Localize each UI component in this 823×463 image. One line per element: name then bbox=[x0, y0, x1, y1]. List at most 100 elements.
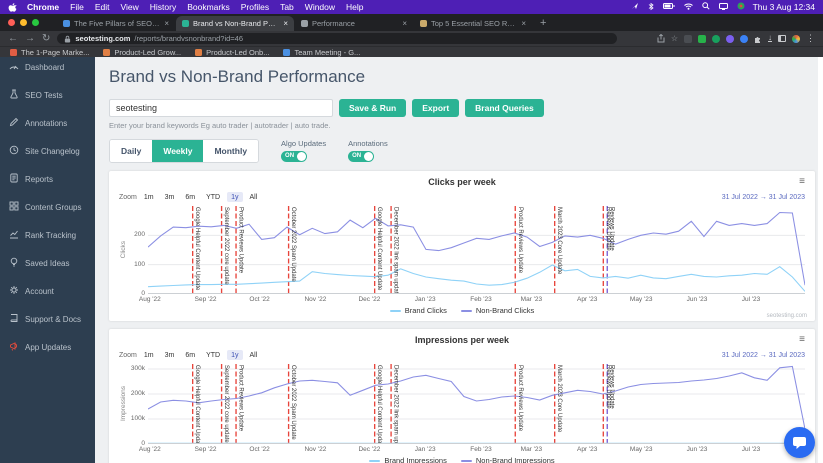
url-path: /reports/brandvsnonbrand?id=46 bbox=[134, 34, 244, 43]
sidebar-item-account[interactable]: Account bbox=[0, 277, 95, 305]
save-run-button[interactable]: Save & Run bbox=[339, 99, 407, 117]
window-controls[interactable] bbox=[8, 14, 39, 31]
bookmark-item[interactable]: The 1-Page Marke... bbox=[10, 48, 89, 57]
legend-item[interactable]: Non-Brand Impressions bbox=[460, 456, 555, 463]
tab-close-icon[interactable]: × bbox=[402, 19, 407, 28]
url-bar[interactable]: seotesting.com/reports/brandvsnonbrand?i… bbox=[57, 33, 618, 44]
tab-close-icon[interactable]: × bbox=[521, 19, 526, 28]
extension-icon[interactable] bbox=[698, 34, 706, 43]
legend-item[interactable]: Brand Impressions bbox=[369, 456, 447, 463]
sidebar-item-annotations[interactable]: Annotations bbox=[0, 109, 95, 137]
bookmark-item[interactable]: Team Meeting - G... bbox=[283, 48, 360, 57]
extension-icon[interactable] bbox=[726, 34, 734, 43]
menu-view[interactable]: View bbox=[120, 2, 138, 12]
battery-icon[interactable] bbox=[662, 2, 675, 12]
sidebar-item-saved-ideas[interactable]: Saved Ideas bbox=[0, 249, 95, 277]
period-tab-weekly[interactable]: Weekly bbox=[152, 140, 204, 162]
legend-label: Brand Impressions bbox=[384, 456, 447, 463]
menu-edit[interactable]: Edit bbox=[95, 2, 110, 12]
bookmark-label: Product-Led Onb... bbox=[206, 47, 270, 57]
zoom-option-6m[interactable]: 6m bbox=[181, 192, 199, 202]
zoom-option-3m[interactable]: 3m bbox=[161, 192, 179, 202]
legend-item[interactable]: Brand Clicks bbox=[389, 306, 447, 315]
tab-close-icon[interactable]: × bbox=[283, 19, 288, 28]
menu-bookmarks[interactable]: Bookmarks bbox=[187, 2, 230, 12]
zoom-option-ytd[interactable]: YTD bbox=[202, 350, 224, 360]
menu-file[interactable]: File bbox=[70, 2, 84, 12]
zoom-option-1y[interactable]: 1y bbox=[227, 350, 243, 360]
menu-help[interactable]: Help bbox=[346, 2, 363, 12]
zoom-option-all[interactable]: All bbox=[246, 350, 262, 360]
sidebar-item-reports[interactable]: Reports bbox=[0, 165, 95, 193]
plot-area[interactable]: Google Helpful Content Update September 2… bbox=[148, 206, 805, 294]
bookmark-star-icon[interactable]: ☆ bbox=[671, 34, 678, 43]
bluetooth-icon[interactable] bbox=[648, 2, 654, 13]
toggle-switch-algo-updates[interactable]: ON bbox=[281, 151, 308, 162]
reload-icon[interactable]: ↻ bbox=[42, 33, 50, 44]
forward-icon[interactable]: → bbox=[25, 33, 35, 44]
sidebar-item-dashboard[interactable]: Dashboard bbox=[0, 57, 95, 81]
browser-tab[interactable]: The Five Pillars of SEO - Goog... × bbox=[57, 16, 175, 31]
apple-logo-icon[interactable] bbox=[8, 2, 17, 12]
zoom-option-1m[interactable]: 1m bbox=[140, 350, 158, 360]
extension-icon[interactable] bbox=[684, 34, 692, 43]
meet-icon[interactable] bbox=[737, 2, 745, 12]
extension-icon[interactable] bbox=[712, 34, 720, 43]
download-icon[interactable]: ↓ bbox=[768, 33, 772, 43]
zoom-window-button[interactable] bbox=[32, 19, 39, 26]
tab-close-icon[interactable]: × bbox=[164, 19, 169, 28]
browser-tab[interactable]: Top 5 Essential SEO Reporting... × bbox=[414, 16, 532, 31]
menu-profiles[interactable]: Profiles bbox=[241, 2, 269, 12]
zoom-option-all[interactable]: All bbox=[246, 192, 262, 202]
back-icon[interactable]: ← bbox=[8, 33, 18, 44]
minimize-window-button[interactable] bbox=[20, 19, 27, 26]
display-icon[interactable] bbox=[718, 2, 728, 12]
profile-avatar[interactable] bbox=[792, 34, 800, 43]
share-icon[interactable] bbox=[657, 34, 665, 43]
export-button[interactable]: Export bbox=[412, 99, 460, 117]
sidepanel-icon[interactable] bbox=[778, 35, 786, 42]
wifi-icon[interactable] bbox=[683, 2, 693, 12]
page-scrollbar[interactable] bbox=[818, 57, 823, 463]
bookmark-item[interactable]: Product-Led Grow... bbox=[103, 48, 181, 57]
bookmark-item[interactable]: Product-Led Onb... bbox=[195, 48, 269, 57]
location-icon[interactable] bbox=[631, 2, 639, 12]
brand-keywords-input[interactable] bbox=[109, 99, 333, 117]
sidebar-item-rank-tracking[interactable]: Rank Tracking bbox=[0, 221, 95, 249]
plot-area[interactable]: Google Helpful Content Update September 2… bbox=[148, 364, 805, 444]
chart-menu-icon[interactable]: ≡ bbox=[799, 335, 805, 345]
extension-icon[interactable] bbox=[740, 34, 748, 43]
close-window-button[interactable] bbox=[8, 19, 15, 26]
sidebar-item-seo-tests[interactable]: SEO Tests bbox=[0, 81, 95, 109]
period-tab-monthly[interactable]: Monthly bbox=[203, 140, 259, 162]
menu-tab[interactable]: Tab bbox=[280, 2, 294, 12]
zoom-option-3m[interactable]: 3m bbox=[161, 350, 179, 360]
period-tab-daily[interactable]: Daily bbox=[110, 140, 153, 162]
extensions-puzzle-icon[interactable] bbox=[754, 35, 762, 43]
legend-label: Non-Brand Clicks bbox=[475, 306, 535, 315]
browser-tab[interactable]: Brand vs Non-Brand Performa...× bbox=[176, 16, 294, 31]
search-icon[interactable] bbox=[701, 2, 710, 12]
browser-tab[interactable]: Performance × bbox=[295, 16, 413, 31]
chart-menu-icon[interactable]: ≡ bbox=[799, 177, 805, 187]
chat-launcher-button[interactable] bbox=[784, 427, 815, 458]
sidebar-item-content-groups[interactable]: Content Groups bbox=[0, 193, 95, 221]
zoom-option-1m[interactable]: 1m bbox=[140, 192, 158, 202]
zoom-option-ytd[interactable]: YTD bbox=[202, 192, 224, 202]
legend-item[interactable]: Non-Brand Clicks bbox=[460, 306, 535, 315]
brand-queries-button[interactable]: Brand Queries bbox=[465, 99, 544, 117]
sidebar-item-site-changelog[interactable]: Site Changelog bbox=[0, 137, 95, 165]
menu-history[interactable]: History bbox=[150, 2, 176, 12]
menu-window[interactable]: Window bbox=[305, 2, 335, 12]
chrome-menu-icon[interactable]: ⋮ bbox=[806, 33, 815, 44]
sidebar-item-support-docs[interactable]: Support & Docs bbox=[0, 305, 95, 333]
zoom-option-6m[interactable]: 6m bbox=[181, 350, 199, 360]
date-range[interactable]: 31 Jul 2022 → 31 Jul 2023 bbox=[722, 194, 805, 201]
toggle-switch-annotations[interactable]: ON bbox=[348, 151, 375, 162]
menu-chrome[interactable]: Chrome bbox=[27, 2, 59, 12]
sidebar-item-app-updates[interactable]: App Updates bbox=[0, 333, 95, 361]
new-tab-button[interactable]: + bbox=[540, 17, 546, 29]
zoom-option-1y[interactable]: 1y bbox=[227, 192, 243, 202]
sidebar-item-label: Content Groups bbox=[25, 202, 82, 212]
date-range[interactable]: 31 Jul 2022 → 31 Jul 2023 bbox=[722, 352, 805, 359]
